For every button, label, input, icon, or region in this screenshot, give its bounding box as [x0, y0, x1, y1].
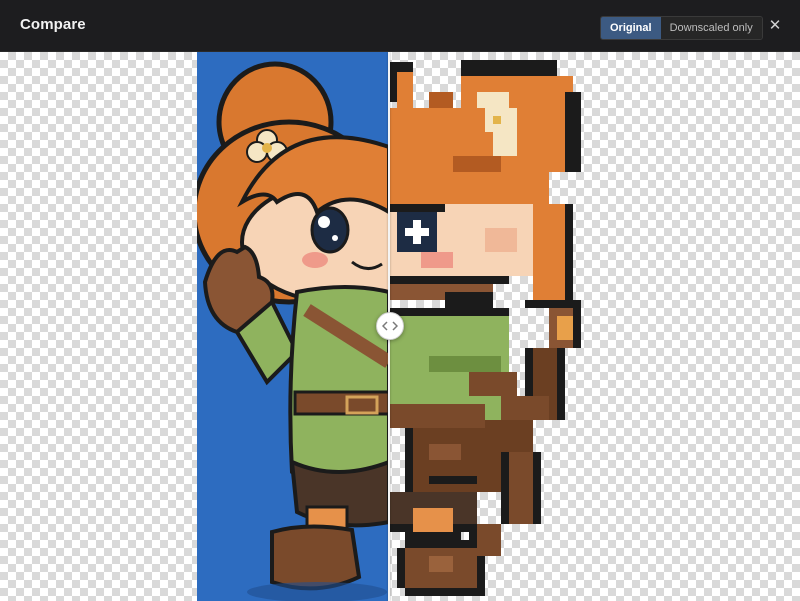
original-character-image [197, 61, 389, 601]
close-icon[interactable]: ✕ [768, 16, 782, 36]
original-image-pane [197, 52, 389, 601]
view-mode-toggle: Original Downscaled only [600, 16, 763, 40]
downscaled-character-image [389, 60, 581, 596]
dialog-header: Compare Original Downscaled only ✕ [0, 0, 800, 52]
compare-dialog: Compare Original Downscaled only ✕ [0, 0, 800, 601]
compare-slider-handle[interactable] [376, 312, 404, 340]
dialog-title: Compare [20, 16, 86, 33]
chevrons-left-right-icon [382, 321, 398, 331]
downscaled-image-pane [389, 52, 589, 601]
downscaled-only-mode-button[interactable]: Downscaled only [660, 17, 762, 39]
comparison-viewport[interactable] [0, 52, 800, 601]
original-mode-button[interactable]: Original [601, 17, 661, 39]
